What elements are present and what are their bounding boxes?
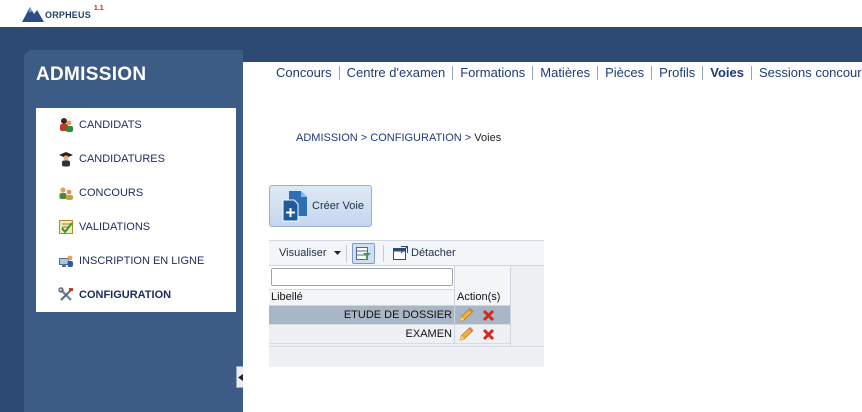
arrow-left-icon [237, 373, 243, 381]
pencil-icon[interactable] [458, 308, 474, 323]
app-header: ORPHEUS 1.1 [0, 0, 862, 27]
sidebar-title: ADMISSION [36, 64, 147, 85]
table-row[interactable]: EXAMEN [269, 325, 510, 344]
detach-label: Détacher [411, 247, 456, 259]
breadcrumb-separator: > [357, 132, 371, 144]
users-group-icon [58, 185, 74, 201]
column-header-actions: Action(s) [457, 291, 501, 303]
tools-icon [58, 287, 74, 303]
new-document-icon [282, 191, 307, 222]
detach-button[interactable]: Détacher [393, 246, 456, 260]
tab-formations[interactable]: Formations [453, 66, 534, 80]
sidebar-item-label: CANDIDATURES [79, 153, 165, 165]
view-menu-button[interactable]: Visualiser [279, 247, 341, 259]
column-divider [454, 290, 455, 306]
graduate-icon [58, 151, 74, 167]
row-label: EXAMEN [405, 328, 452, 340]
create-voie-button[interactable]: Créer Voie [269, 185, 372, 227]
delete-x-icon[interactable] [482, 328, 495, 341]
filter-row [269, 266, 510, 290]
sidebar-item-concours[interactable]: CONCOURS [36, 176, 236, 210]
sidebar-item-label: VALIDATIONS [79, 221, 151, 233]
delete-x-icon[interactable] [482, 309, 495, 322]
filter-action-cell [454, 266, 510, 290]
sidebar-item-inscription-en-ligne[interactable]: INSCRIPTION EN LIGNE [36, 244, 236, 278]
pencil-icon[interactable] [458, 327, 474, 342]
sidebar-item-label: CANDIDATS [79, 119, 142, 131]
breadcrumb-admission[interactable]: ADMISSION [296, 132, 358, 144]
label-filter-input[interactable] [271, 268, 453, 286]
chevron-down-icon [333, 251, 341, 256]
voies-grid: Visualiser Détacher Libellé Action(s) ET… [269, 240, 544, 367]
detach-window-icon [393, 246, 408, 260]
online-registration-icon [58, 253, 74, 269]
logo-text: ORPHEUS [45, 10, 91, 20]
toolbar-divider [346, 245, 347, 262]
sidebar-item-label: CONFIGURATION [79, 289, 172, 301]
grid-header: Libellé Action(s) [269, 290, 510, 306]
table-row[interactable]: ETUDE DE DOSSIER [269, 306, 510, 325]
breadcrumb-current: Voies [474, 132, 502, 144]
create-voie-label: Créer Voie [312, 200, 364, 212]
view-menu-label: Visualiser [279, 247, 327, 259]
tab-profils[interactable]: Profils [652, 66, 704, 80]
breadcrumb-separator: > [461, 132, 475, 144]
tab-matieres[interactable]: Matières [533, 66, 599, 80]
breadcrumb: ADMISSION > CONFIGURATION > Voies [296, 132, 501, 144]
column-header-libelle[interactable]: Libellé [271, 291, 303, 303]
app-logo[interactable]: ORPHEUS 1.1 [22, 4, 104, 22]
sidebar-item-candidatures[interactable]: CANDIDATURES [36, 142, 236, 176]
filter-row-icon [356, 246, 371, 260]
sidebar-menu: CANDIDATS CANDIDATURES CONCOURS VALIDATI… [36, 108, 236, 312]
checklist-icon [58, 219, 74, 235]
toolbar-divider [383, 245, 384, 262]
tab-centre-examen[interactable]: Centre d'examen [340, 66, 454, 80]
grid-toolbar: Visualiser Détacher [269, 241, 544, 266]
sidebar-item-validations[interactable]: VALIDATIONS [36, 210, 236, 244]
config-tabs: Concours Centre d'examen Formations Mati… [268, 64, 862, 82]
breadcrumb-configuration[interactable]: CONFIGURATION [370, 132, 461, 144]
sidebar-item-label: INSCRIPTION EN LIGNE [79, 255, 205, 267]
tab-pieces[interactable]: Pièces [598, 66, 653, 80]
logo-version: 1.1 [93, 5, 104, 12]
sidebar-item-candidats[interactable]: CANDIDATS [36, 108, 236, 142]
tab-concours[interactable]: Concours [268, 66, 340, 80]
tab-voies[interactable]: Voies [703, 66, 752, 80]
column-divider [454, 325, 455, 344]
candidates-icon [58, 117, 74, 133]
grid-side-area [510, 266, 544, 346]
column-divider [454, 306, 455, 325]
tab-sessions-concours[interactable]: Sessions concours [752, 66, 862, 80]
sidebar-item-configuration[interactable]: CONFIGURATION [36, 278, 236, 312]
sidebar-item-label: CONCOURS [79, 187, 144, 199]
filter-row-toggle[interactable] [352, 243, 375, 264]
mountain-logo-icon [22, 7, 44, 22]
row-label: ETUDE DE DOSSIER [343, 309, 452, 321]
grid-footer [269, 346, 544, 367]
